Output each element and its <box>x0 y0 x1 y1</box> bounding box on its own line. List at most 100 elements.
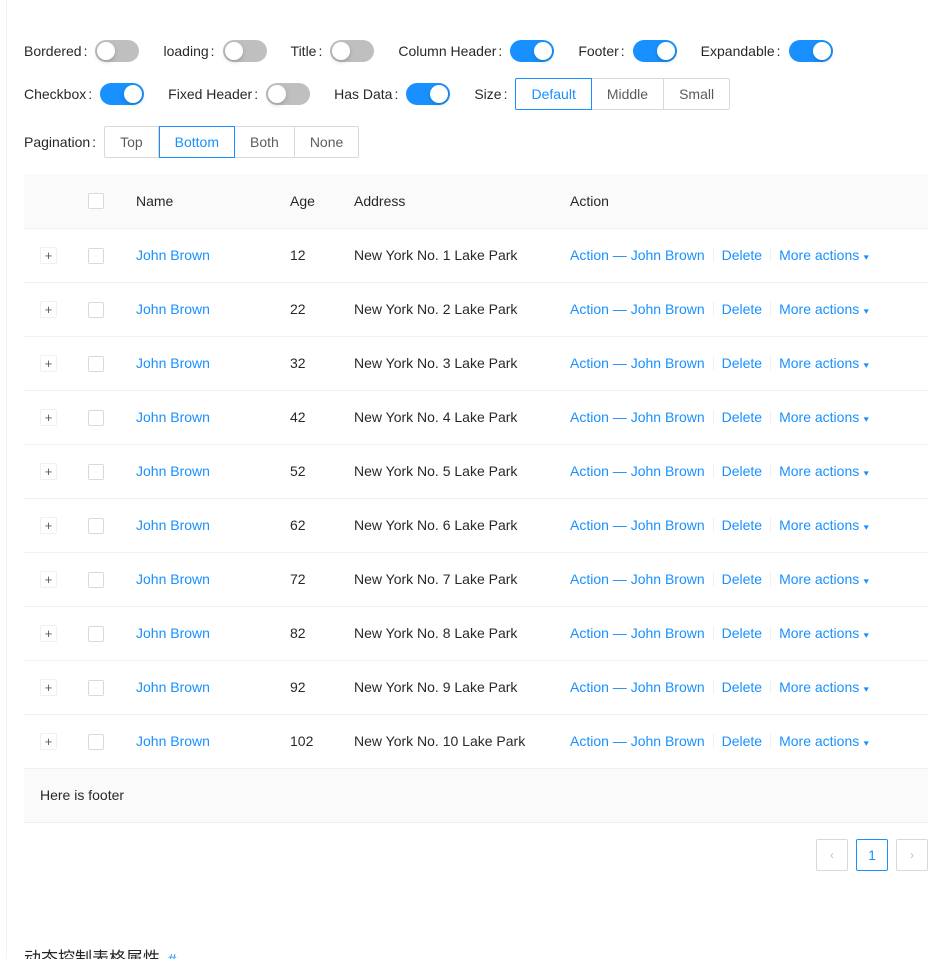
row-checkbox[interactable] <box>88 409 104 426</box>
expand-row-button[interactable]: + <box>40 462 57 480</box>
row-delete-link[interactable]: Delete <box>722 409 762 425</box>
cell-address: New York No. 7 Lake Park <box>338 552 554 607</box>
row-checkbox[interactable] <box>88 571 104 588</box>
expand-row-button[interactable]: + <box>40 678 57 696</box>
chevron-down-icon[interactable]: ▾ <box>864 414 869 425</box>
expand-row-button[interactable]: + <box>40 354 57 372</box>
row-delete-link[interactable]: Delete <box>722 301 762 317</box>
expand-row-button[interactable]: + <box>40 732 57 750</box>
row-action-primary-link[interactable]: Action — John Brown <box>570 733 705 749</box>
switch-loading[interactable] <box>222 40 267 62</box>
control-label-checkbox: Checkbox <box>24 83 100 105</box>
row-action-primary-link[interactable]: Action — John Brown <box>570 247 705 263</box>
row-name-link[interactable]: John Brown <box>136 355 210 371</box>
row-delete-link[interactable]: Delete <box>722 679 762 695</box>
row-name-link[interactable]: John Brown <box>136 463 210 479</box>
row-checkbox[interactable] <box>88 301 104 318</box>
cell-name: John Brown <box>120 444 274 499</box>
row-action-primary-link[interactable]: Action — John Brown <box>570 355 705 371</box>
row-action-primary-link[interactable]: Action — John Brown <box>570 571 705 587</box>
cell-action: Action — John Brown Delete More actions ▾ <box>554 606 928 661</box>
row-checkbox[interactable] <box>88 355 104 372</box>
row-more-actions-link[interactable]: More actions <box>779 301 859 317</box>
expand-row-button[interactable]: + <box>40 516 57 534</box>
pagination-next-button[interactable]: › <box>896 838 928 871</box>
switch-bordered[interactable] <box>95 40 140 62</box>
row-delete-link[interactable]: Delete <box>722 517 762 533</box>
row-more-actions-link[interactable]: More actions <box>779 571 859 587</box>
pagination-option-bottom[interactable]: Bottom <box>158 126 235 158</box>
row-more-actions-link[interactable]: More actions <box>779 625 859 641</box>
chevron-down-icon[interactable]: ▾ <box>864 468 869 479</box>
switch-fixed-header[interactable] <box>266 83 311 105</box>
pagination-option-none[interactable]: None <box>294 126 360 158</box>
row-name-link[interactable]: John Brown <box>136 733 210 749</box>
pagination-page-1[interactable]: 1 <box>856 838 888 871</box>
container-left-edge <box>6 0 7 959</box>
switch-title[interactable] <box>330 40 375 62</box>
size-option-small[interactable]: Small <box>664 78 731 110</box>
switch-expandable[interactable] <box>788 40 833 62</box>
switch-column-header[interactable] <box>510 40 555 62</box>
control-label-bordered: Bordered <box>24 40 95 62</box>
size-option-default[interactable]: Default <box>515 78 592 110</box>
row-checkbox[interactable] <box>88 517 104 534</box>
row-action-primary-link[interactable]: Action — John Brown <box>570 625 705 641</box>
row-more-actions-link[interactable]: More actions <box>779 355 859 371</box>
size-option-middle[interactable]: Middle <box>591 78 665 110</box>
row-name-link[interactable]: John Brown <box>136 571 210 587</box>
row-more-actions-link[interactable]: More actions <box>779 463 859 479</box>
row-checkbox[interactable] <box>88 733 104 750</box>
row-more-actions-link[interactable]: More actions <box>779 679 859 695</box>
row-delete-link[interactable]: Delete <box>722 625 762 641</box>
row-name-link[interactable]: John Brown <box>136 409 210 425</box>
select-all-checkbox[interactable] <box>88 193 104 210</box>
expand-row-button[interactable]: + <box>40 246 57 264</box>
row-delete-link[interactable]: Delete <box>722 247 762 263</box>
expand-row-button[interactable]: + <box>40 408 57 426</box>
chevron-down-icon[interactable]: ▾ <box>864 630 869 641</box>
row-delete-link[interactable]: Delete <box>722 463 762 479</box>
expand-row-button[interactable]: + <box>40 300 57 318</box>
row-action-primary-link[interactable]: Action — John Brown <box>570 679 705 695</box>
switch-has-data[interactable] <box>406 83 451 105</box>
pagination-option-top[interactable]: Top <box>104 126 159 158</box>
row-expand-cell: + <box>24 228 72 283</box>
chevron-down-icon[interactable]: ▾ <box>864 522 869 533</box>
row-name-link[interactable]: John Brown <box>136 625 210 641</box>
row-action-primary-link[interactable]: Action — John Brown <box>570 517 705 533</box>
row-delete-link[interactable]: Delete <box>722 355 762 371</box>
row-action-primary-link[interactable]: Action — John Brown <box>570 301 705 317</box>
chevron-down-icon[interactable]: ▾ <box>864 306 869 317</box>
row-checkbox[interactable] <box>88 247 104 264</box>
row-name-link[interactable]: John Brown <box>136 301 210 317</box>
row-more-actions-link[interactable]: More actions <box>779 733 859 749</box>
row-name-link[interactable]: John Brown <box>136 517 210 533</box>
expand-row-button[interactable]: + <box>40 624 57 642</box>
pagination-prev-button[interactable]: ‹ <box>816 838 848 871</box>
chevron-down-icon[interactable]: ▾ <box>864 360 869 371</box>
row-more-actions-link[interactable]: More actions <box>779 409 859 425</box>
row-delete-link[interactable]: Delete <box>722 733 762 749</box>
expand-row-button[interactable]: + <box>40 570 57 588</box>
chevron-down-icon[interactable]: ▾ <box>864 576 869 587</box>
row-name-link[interactable]: John Brown <box>136 679 210 695</box>
row-name-link[interactable]: John Brown <box>136 247 210 263</box>
chevron-down-icon[interactable]: ▾ <box>864 738 869 749</box>
row-more-actions-link[interactable]: More actions <box>779 517 859 533</box>
switch-checkbox[interactable] <box>100 83 145 105</box>
cell-age: 62 <box>274 498 338 553</box>
chevron-down-icon[interactable]: ▾ <box>864 684 869 695</box>
row-delete-link[interactable]: Delete <box>722 571 762 587</box>
row-checkbox[interactable] <box>88 625 104 642</box>
pagination-option-both[interactable]: Both <box>235 126 295 158</box>
row-action-primary-link[interactable]: Action — John Brown <box>570 409 705 425</box>
row-checkbox[interactable] <box>88 463 104 480</box>
anchor-link-icon[interactable]: # <box>168 951 176 959</box>
chevron-down-icon[interactable]: ▾ <box>864 252 869 263</box>
row-expand-cell: + <box>24 282 72 337</box>
switch-footer[interactable] <box>632 40 677 62</box>
row-checkbox[interactable] <box>88 679 104 696</box>
row-more-actions-link[interactable]: More actions <box>779 247 859 263</box>
row-action-primary-link[interactable]: Action — John Brown <box>570 463 705 479</box>
